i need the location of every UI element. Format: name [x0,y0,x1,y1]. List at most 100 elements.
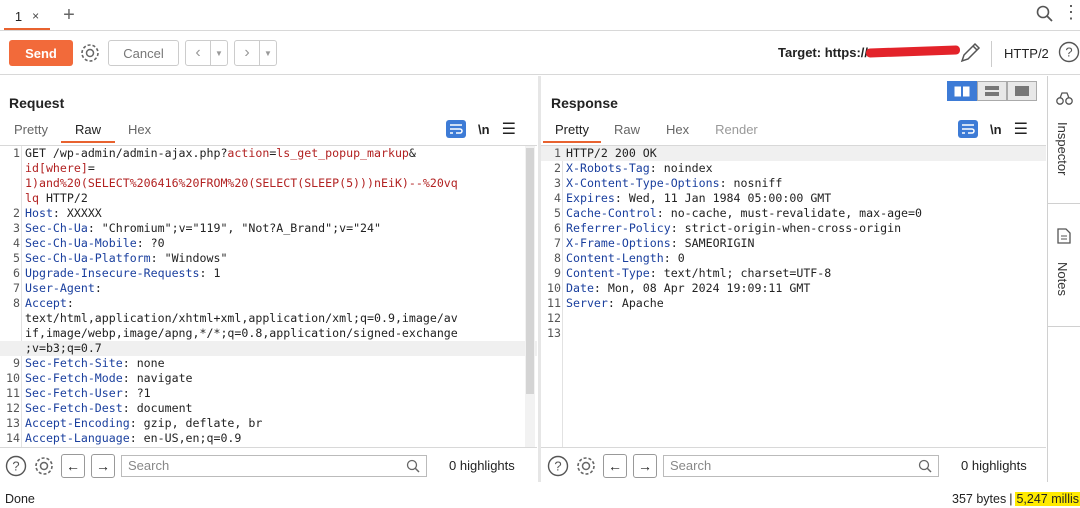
layout-stacked-button[interactable] [977,81,1007,101]
response-lines: 1 HTTP/2 200 OK 2 X-Robots-Tag: noindex 3 X-C… [541,146,1046,341]
next-match-button[interactable]: → [91,453,115,478]
code-segment: id[where] [25,161,88,175]
close-icon[interactable]: × [32,9,39,23]
code-segment: HTTP/2 200 OK [566,146,657,160]
inspector-tab[interactable]: Inspector [1055,122,1070,175]
line-text: X-Content-Type-Options: nosniff [566,176,782,191]
tab-raw[interactable]: Raw [60,117,115,143]
code-segment: : 0 [663,251,685,265]
help-icon[interactable]: ? [5,455,27,477]
code-line: text/html,application/xhtml+xml,applicat… [0,311,537,326]
code-segment: : "Windows" [150,251,228,265]
wrap-lines-icon[interactable] [958,120,978,138]
line-text: Sec-Ch-Ua: "Chromium";v="119", "Not?A_Br… [25,221,381,236]
line-number: 8 [13,296,20,310]
help-icon[interactable]: ? [1058,41,1080,66]
response-editor[interactable]: 1 HTTP/2 200 OK 2 X-Robots-Tag: noindex 3 X-C… [541,145,1046,448]
response-search-bar: ? ← → Search 0 highlights [547,449,1045,482]
code-segment: Content-Type [566,266,650,280]
chevron-down-icon[interactable]: ▼ [259,41,276,65]
search-input[interactable]: Search [121,454,427,477]
response-title: Response [551,95,618,111]
send-button[interactable]: Send [9,40,73,66]
edit-pencil-icon[interactable] [958,41,982,68]
code-line: 13 Accept-Encoding: gzip, deflate, br [0,416,537,431]
code-segment: Expires [566,191,615,205]
previous-match-button[interactable]: ← [603,453,627,478]
line-number: 7 [554,236,561,250]
code-segment: : XXXXX [52,206,102,220]
tab-hex[interactable]: Hex [115,117,164,143]
request-title: Request [9,95,65,111]
line-text: Accept-Encoding: gzip, deflate, br [25,416,262,431]
newline-toggle[interactable]: \n [478,122,490,137]
tab-pretty[interactable]: Pretty [1,117,61,143]
inspector-icon[interactable] [1056,92,1073,109]
code-segment: Server [566,296,608,310]
menu-icon[interactable]: ☰ [1014,119,1028,139]
line-text: lq HTTP/2 [25,191,88,206]
help-icon[interactable]: ? [547,455,569,477]
scroll-thumb[interactable] [526,148,534,394]
code-line: 7 X-Frame-Options: SAMEORIGIN [541,236,1046,251]
add-tab-icon[interactable]: + [60,4,78,26]
code-segment: : ?1 [122,386,151,400]
newline-toggle[interactable]: \n [990,122,1002,137]
more-icon[interactable]: ⋮ [1062,2,1080,23]
code-line: 2 X-Robots-Tag: noindex [541,161,1046,176]
request-search-bar: ? ← → Search 0 highlights [5,449,535,482]
line-number: 2 [13,206,20,220]
code-segment: Sec-Fetch-Mode [25,371,123,385]
wrap-lines-icon[interactable] [446,120,466,138]
code-segment: : no-cache, must-revalidate, max-age=0 [656,206,922,220]
code-segment: HTTP/2 [38,191,88,205]
tab-render[interactable]: Render [702,117,771,143]
menu-icon[interactable]: ☰ [502,119,516,139]
code-segment: ;v=b3;q=0.7 [25,341,102,355]
request-view-options: \n ☰ [446,119,516,139]
code-segment: : nosniff [719,176,783,190]
line-number: 10 [547,281,561,295]
line-number: 2 [554,161,561,175]
request-editor[interactable]: 1 GET /wp-admin/admin-ajax.php?action=ls_… [0,145,537,448]
layout-tabs-button[interactable] [1007,81,1037,101]
tab-pretty[interactable]: Pretty [543,117,601,143]
gear-icon[interactable] [33,455,55,477]
code-line: 7 User-Agent: [0,281,537,296]
layout-toggle [947,81,1037,101]
code-line: 10 Date: Mon, 08 Apr 2024 19:09:11 GMT [541,281,1046,296]
line-text: Content-Type: text/html; charset=UTF-8 [566,266,831,281]
protocol-label[interactable]: HTTP/2 [1004,46,1049,61]
notes-tab[interactable]: Notes [1055,262,1070,296]
previous-match-button[interactable]: ← [61,453,85,478]
cancel-button[interactable]: Cancel [108,40,179,66]
gear-icon[interactable] [79,42,101,67]
code-segment: : noindex [649,161,713,175]
code-segment: : document [122,401,193,415]
search-placeholder: Search [670,458,712,473]
layout-side-by-side-button[interactable] [947,81,977,101]
line-text: Sec-Fetch-User: ?1 [25,386,151,401]
notes-icon[interactable] [1057,228,1071,247]
code-segment: : ?0 [136,236,165,250]
request-scrollbar[interactable] [525,146,535,447]
search-icon[interactable] [1036,5,1054,26]
next-match-button[interactable]: → [633,453,657,478]
line-text: GET /wp-admin/admin-ajax.php?action=ls_g… [25,146,416,161]
code-line: 8 Accept: [0,296,537,311]
toolbar-divider [991,41,992,67]
search-input[interactable]: Search [663,454,939,477]
line-text: Server: Apache [566,296,664,311]
tab-raw[interactable]: Raw [601,117,653,143]
line-text: Sec-Fetch-Site: none [25,356,165,371]
line-text: id[where]= [25,161,95,176]
code-segment: : "Chromium";v="119", "Not?A_Brand";v="2… [87,221,381,235]
tab-1[interactable]: 1 × [4,4,50,30]
chevron-down-icon[interactable]: ▼ [210,41,227,65]
forward-button[interactable]: › ▼ [234,40,277,66]
gear-icon[interactable] [575,455,597,477]
back-button[interactable]: ‹ ▼ [185,40,228,66]
tab-hex[interactable]: Hex [653,117,702,143]
code-line: 4 Sec-Ch-Ua-Mobile: ?0 [0,236,537,251]
line-text: Date: Mon, 08 Apr 2024 19:09:11 GMT [566,281,810,296]
